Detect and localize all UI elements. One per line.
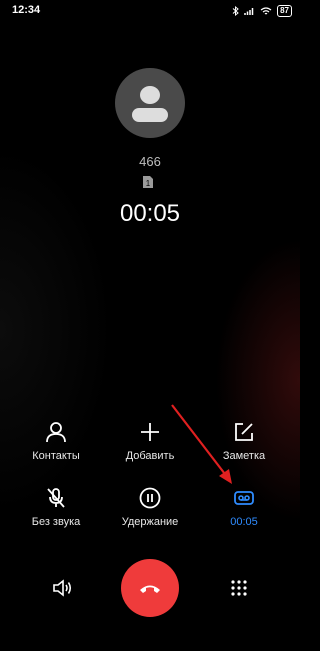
annotation-arrow: [171, 404, 232, 484]
